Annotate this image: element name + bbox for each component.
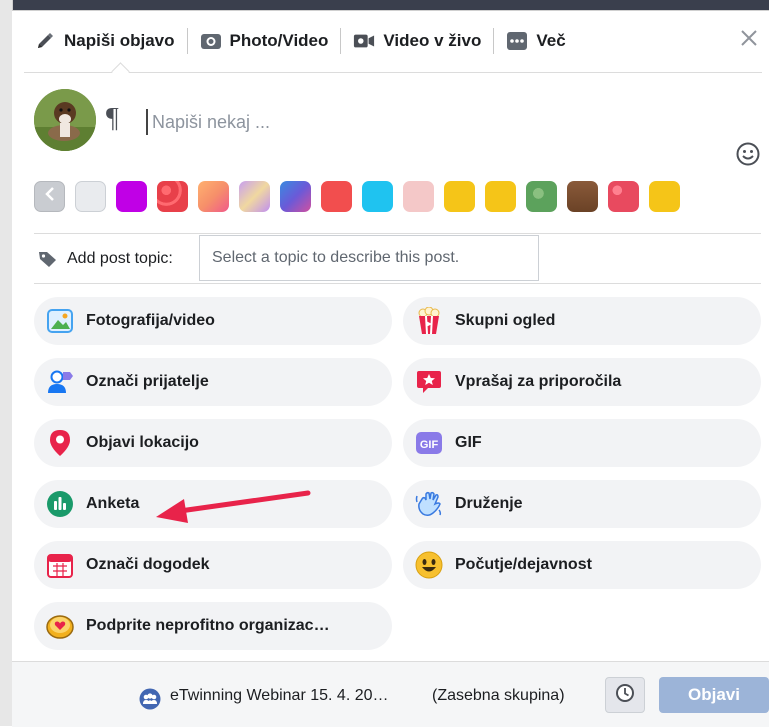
background-swatch[interactable] — [362, 181, 393, 212]
composer-footer: eTwinning Webinar 15. 4. 20… (Zasebna sk… — [12, 662, 769, 727]
background-swatch[interactable] — [239, 181, 270, 212]
tab-write-post[interactable]: Napiši objavo — [12, 22, 187, 60]
post-button[interactable]: Objavi — [659, 677, 769, 713]
action-gif[interactable]: GIF GIF — [403, 419, 761, 467]
waving-hand-icon — [415, 490, 443, 518]
star-bubble-icon — [415, 368, 443, 396]
tab-photo-video[interactable]: Photo/Video — [188, 22, 341, 60]
chevron-left-icon — [44, 186, 56, 207]
location-pin-icon — [46, 429, 74, 457]
divider — [34, 283, 761, 284]
action-label: Podprite neprofitno organizac… — [86, 617, 330, 634]
composer-tabs: Napiši objavo Photo/Video Video v živo V… — [12, 11, 769, 71]
action-label: Vprašaj za priporočila — [455, 373, 622, 390]
camera-icon — [200, 30, 222, 52]
background-swatch[interactable] — [157, 181, 188, 212]
background-swatch[interactable] — [280, 181, 311, 212]
popcorn-icon — [415, 307, 443, 335]
action-ask-recommendations[interactable]: Vprašaj za priporočila — [403, 358, 761, 406]
background-picker — [34, 181, 680, 212]
avatar — [34, 89, 96, 151]
action-label: Anketa — [86, 495, 140, 512]
tab-label: Napiši objavo — [64, 31, 175, 50]
audience-group-name[interactable]: eTwinning Webinar 15. 4. 20… — [170, 687, 389, 705]
action-tag-friends[interactable]: Označi prijatelje — [34, 358, 392, 406]
background-swatch[interactable] — [321, 181, 352, 212]
heart-coin-icon — [46, 612, 74, 640]
background-swatch[interactable] — [649, 181, 680, 212]
live-video-icon — [353, 30, 375, 52]
background-swatch[interactable] — [444, 181, 475, 212]
action-watch-party[interactable]: Skupni ogled — [403, 297, 761, 345]
group-icon — [139, 688, 161, 715]
action-label: Označi prijatelje — [86, 373, 209, 390]
action-label: Skupni ogled — [455, 312, 556, 329]
gif-icon: GIF — [415, 429, 443, 457]
smiley-icon — [415, 551, 443, 579]
background-swatch[interactable] — [198, 181, 229, 212]
tab-live-video[interactable]: Video v živo — [341, 22, 493, 60]
audience-privacy: (Zasebna skupina) — [432, 687, 565, 704]
smiley-icon — [735, 142, 761, 171]
backgrounds-back-button[interactable] — [34, 181, 65, 212]
action-label: Druženje — [455, 495, 523, 512]
background-swatch[interactable] — [485, 181, 516, 212]
action-check-in[interactable]: Objavi lokacijo — [34, 419, 392, 467]
action-label: Označi dogodek — [86, 556, 210, 573]
tab-label: Več — [536, 31, 566, 50]
post-text-input[interactable] — [146, 109, 714, 135]
tag-friends-icon — [46, 368, 74, 396]
close-button[interactable] — [737, 28, 761, 52]
schedule-button[interactable] — [605, 677, 645, 713]
tabs-divider-line — [24, 72, 762, 73]
tab-label: Photo/Video — [229, 31, 329, 50]
action-label: Objavi lokacijo — [86, 434, 199, 451]
annotation-arrow — [156, 490, 311, 523]
tab-more[interactable]: Več — [494, 22, 577, 60]
text-format-button[interactable]: ¶ — [106, 103, 119, 135]
photo-icon — [46, 307, 74, 335]
action-feeling-activity[interactable]: Počutje/dejavnost — [403, 541, 761, 589]
tag-icon — [38, 250, 58, 273]
divider — [34, 233, 761, 234]
action-photo-video[interactable]: Fotografija/video — [34, 297, 392, 345]
poll-icon — [46, 490, 74, 518]
topic-input[interactable] — [199, 235, 539, 281]
action-label: Počutje/dejavnost — [455, 556, 592, 573]
pencil-icon — [34, 30, 56, 52]
create-post-dialog: Napiši objavo Photo/Video Video v živo V… — [12, 10, 769, 727]
background-swatch-none[interactable] — [75, 181, 106, 212]
topic-label: Add post topic: — [67, 250, 173, 267]
background-swatch[interactable] — [608, 181, 639, 212]
background-swatch[interactable] — [567, 181, 598, 212]
action-hangout[interactable]: Druženje — [403, 480, 761, 528]
svg-text:GIF: GIF — [420, 439, 439, 451]
action-tag-event[interactable]: Označi dogodek — [34, 541, 392, 589]
emoji-button[interactable] — [735, 141, 761, 172]
more-dots-icon — [506, 30, 528, 52]
background-swatch[interactable] — [403, 181, 434, 212]
background-swatch[interactable] — [116, 181, 147, 212]
calendar-icon — [46, 551, 74, 579]
action-support-nonprofit[interactable]: Podprite neprofitno organizac… — [34, 602, 392, 650]
background-swatch[interactable] — [526, 181, 557, 212]
close-icon — [739, 28, 759, 53]
tab-label: Video v živo — [383, 31, 482, 50]
action-label: GIF — [455, 434, 482, 451]
clock-icon — [615, 683, 635, 708]
action-label: Fotografija/video — [86, 312, 215, 329]
